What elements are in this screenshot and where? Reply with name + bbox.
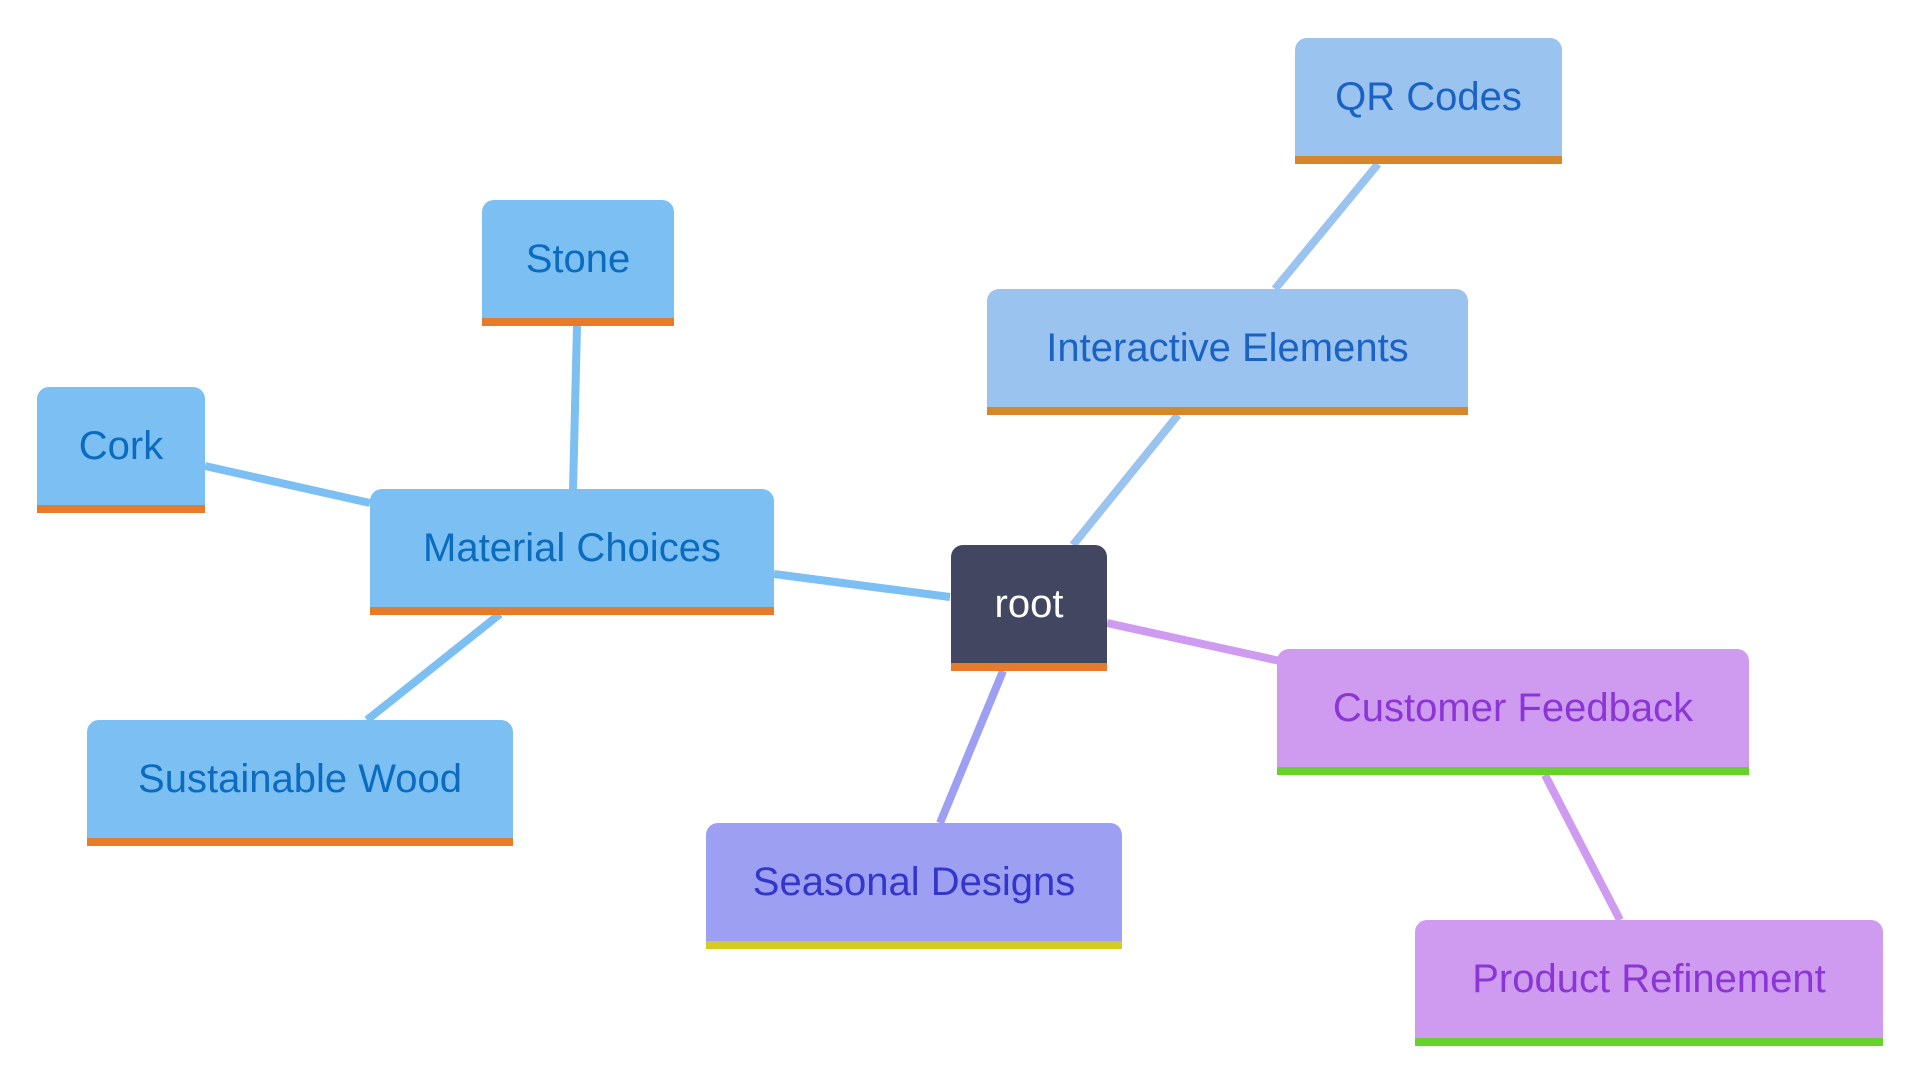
edge-root-to-material — [773, 570, 951, 601]
node-root[interactable]: root — [951, 545, 1107, 671]
node-label: Interactive Elements — [1046, 325, 1409, 370]
node-underline — [87, 838, 513, 846]
edge-root-to-feedback — [1106, 619, 1281, 665]
edge-feedback-to-refine — [1541, 773, 1624, 922]
edge-root-to-interactive — [1069, 412, 1182, 548]
node-refine[interactable]: Product Refinement — [1415, 920, 1883, 1046]
node-label: root — [994, 581, 1064, 626]
node-label: Product Refinement — [1472, 956, 1826, 1001]
node-wood[interactable]: Sustainable Wood — [87, 720, 513, 846]
node-underline — [370, 607, 774, 615]
node-underline — [1295, 156, 1562, 164]
node-label: Seasonal Designs — [752, 859, 1076, 904]
node-label: QR Codes — [1335, 74, 1522, 119]
edge-material-to-stone — [569, 325, 581, 491]
node-underline — [706, 941, 1122, 949]
node-label: Customer Feedback — [1332, 685, 1694, 730]
node-stone[interactable]: Stone — [482, 200, 674, 326]
edge-interactive-to-qr — [1271, 161, 1382, 292]
node-label: Sustainable Wood — [138, 756, 462, 801]
node-underline — [37, 505, 205, 513]
node-underline — [1415, 1038, 1883, 1046]
edge-material-to-cork — [204, 462, 371, 507]
node-underline — [482, 318, 674, 326]
node-underline — [1277, 767, 1749, 775]
node-qr[interactable]: QR Codes — [1295, 38, 1562, 164]
edge-material-to-wood — [364, 610, 503, 724]
node-label: Cork — [78, 423, 164, 468]
node-material[interactable]: Material Choices — [370, 489, 774, 615]
edge-root-to-seasonal — [936, 669, 1007, 825]
node-label: Material Choices — [423, 525, 721, 570]
node-underline — [951, 663, 1107, 671]
node-cork[interactable]: Cork — [37, 387, 205, 513]
node-underline — [987, 407, 1468, 415]
node-seasonal[interactable]: Seasonal Designs — [706, 823, 1122, 949]
node-label: Stone — [525, 236, 631, 281]
node-interactive[interactable]: Interactive Elements — [987, 289, 1468, 415]
node-feedback[interactable]: Customer Feedback — [1277, 649, 1749, 775]
